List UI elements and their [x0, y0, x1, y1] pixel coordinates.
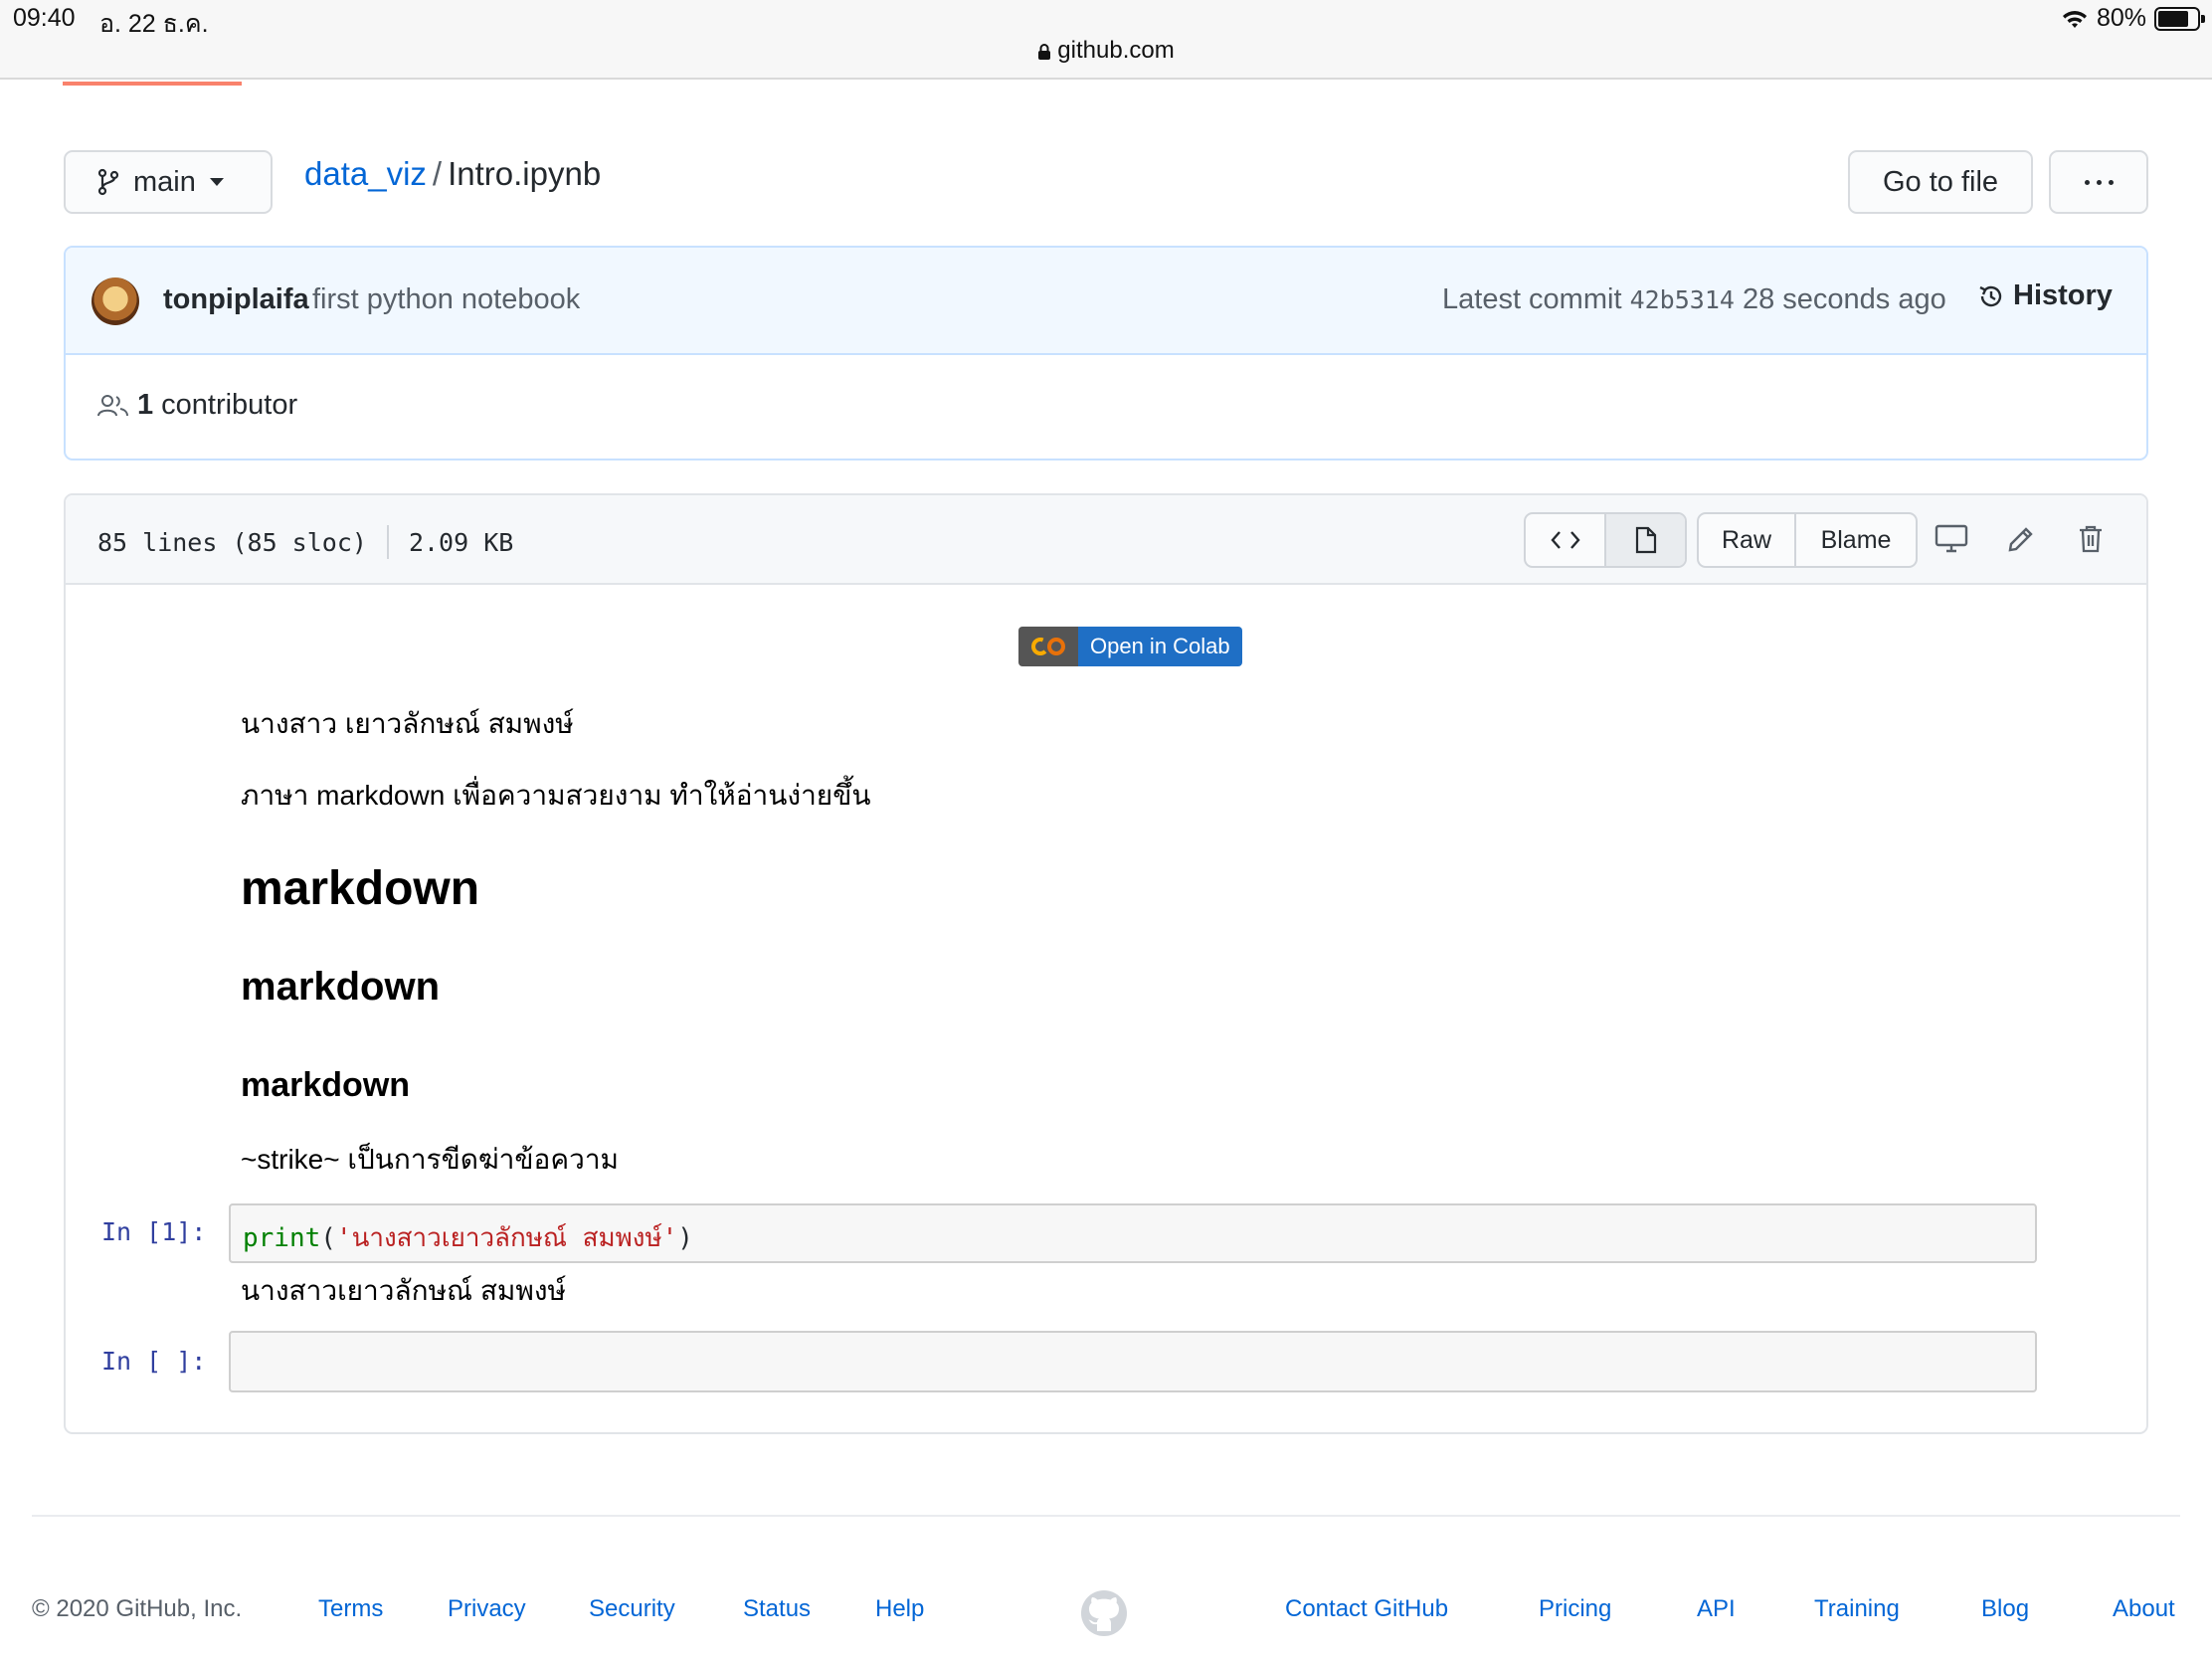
- desktop-icon: [1935, 524, 1968, 553]
- commit-header: tonpiplaifa first python notebook Latest…: [66, 248, 2146, 355]
- footer-link-help[interactable]: Help: [875, 1595, 924, 1623]
- open-in-colab-badge[interactable]: Open in Colab: [1018, 627, 1242, 666]
- code-function: print: [243, 1223, 321, 1253]
- footer-link-status[interactable]: Status: [743, 1595, 811, 1623]
- branch-select-button[interactable]: main: [64, 150, 273, 214]
- file-size: 2.09 KB: [408, 527, 514, 557]
- contributors-row[interactable]: 1 contributor: [97, 389, 297, 422]
- footer-link-training[interactable]: Training: [1814, 1595, 1900, 1623]
- ellipsis-dot: [2096, 179, 2102, 185]
- footer-copyright: © 2020 GitHub, Inc.: [32, 1595, 243, 1622]
- battery-icon: [2154, 6, 2205, 31]
- status-time: 09:40: [13, 4, 76, 32]
- footer-link-contact[interactable]: Contact GitHub: [1285, 1595, 1448, 1623]
- code-cell-empty: [229, 1331, 2037, 1392]
- file-viewer: 85 lines (85 sloc) 2.09 KB Raw Blame Ope…: [64, 493, 2148, 1434]
- history-label: History: [2013, 279, 2113, 311]
- battery-percent: 80%: [2096, 4, 2146, 32]
- url-text: github.com: [1057, 37, 1175, 64]
- cell-output: นางสาวเยาวลักษณ์ สมพงษ์: [241, 1275, 566, 1306]
- breadcrumb-file-name: Intro.ipynb: [448, 155, 602, 192]
- code-paren: (: [320, 1223, 336, 1253]
- commit-author-link[interactable]: tonpiplaifa: [163, 283, 309, 316]
- battery-level: [2158, 10, 2189, 27]
- ellipsis-dot: [2108, 179, 2114, 185]
- breadcrumb-separator: /: [432, 155, 443, 192]
- footer-link-privacy[interactable]: Privacy: [448, 1595, 526, 1623]
- display-rendered-button[interactable]: [1604, 514, 1685, 566]
- markdown-paragraph: นางสาว เยาวลักษณ์ สมพงษ์: [241, 708, 574, 739]
- ellipsis-icon: [2084, 179, 2090, 185]
- view-toggle-group: [1524, 512, 1687, 568]
- markdown-heading-2: markdown: [241, 965, 441, 1009]
- avatar[interactable]: [92, 277, 139, 325]
- markdown-paragraph: ภาษา markdown เพื่อความสวยงาม ทำให้อ่านง…: [241, 780, 871, 811]
- status-bar: 09:40 อ. 22 ธ.ค. 80% github.com: [0, 0, 2212, 80]
- code-icon: [1550, 531, 1580, 549]
- commit-sha-link[interactable]: 42b5314: [1630, 285, 1735, 314]
- footer-link-pricing[interactable]: Pricing: [1539, 1595, 1611, 1623]
- code-string: 'นางสาวเยาวลักษณ์ สมพงษ์': [335, 1223, 678, 1253]
- people-icon: [97, 394, 128, 416]
- delete-file-button[interactable]: [2069, 517, 2113, 561]
- wifi-icon: [2062, 10, 2087, 28]
- commit-time-ago: 28 seconds ago: [1742, 283, 1946, 315]
- commit-message-link[interactable]: first python notebook: [312, 283, 580, 316]
- file-line-count: 85 lines (85 sloc): [97, 527, 367, 557]
- file-header: 85 lines (85 sloc) 2.09 KB Raw Blame: [66, 495, 2146, 585]
- divider: [386, 525, 389, 559]
- edit-file-button[interactable]: [1999, 517, 2043, 561]
- more-options-button[interactable]: [2049, 150, 2148, 214]
- display-source-button[interactable]: [1526, 514, 1604, 566]
- latest-commit-box: tonpiplaifa first python notebook Latest…: [64, 246, 2148, 461]
- go-to-file-button[interactable]: Go to file: [1848, 150, 2033, 214]
- markdown-heading-1: markdown: [241, 862, 480, 915]
- blame-button[interactable]: Blame: [1794, 514, 1916, 566]
- trash-icon: [2080, 525, 2102, 553]
- colab-badge-label: Open in Colab: [1078, 627, 1242, 666]
- footer-link-terms[interactable]: Terms: [318, 1595, 383, 1623]
- history-icon: [1979, 285, 2002, 306]
- history-link[interactable]: History: [1977, 279, 2113, 312]
- code-paren: ): [677, 1223, 693, 1253]
- cell-prompt: In [ ]:: [101, 1347, 207, 1376]
- cell-prompt: In [1]:: [101, 1217, 207, 1246]
- branch-icon: [97, 168, 119, 196]
- raw-blame-group: Raw Blame: [1697, 512, 1918, 568]
- footer-link-api[interactable]: API: [1697, 1595, 1736, 1623]
- footer-link-blog[interactable]: Blog: [1981, 1595, 2029, 1623]
- footer-link-security[interactable]: Security: [589, 1595, 675, 1623]
- address-bar[interactable]: github.com: [0, 37, 2212, 65]
- footer-link-about[interactable]: About: [2113, 1595, 2175, 1623]
- github-logo-icon[interactable]: [1080, 1589, 1128, 1637]
- branch-name: main: [133, 165, 196, 198]
- pencil-icon: [2008, 527, 2033, 552]
- markdown-paragraph: ~strike~ เป็นการขีดฆ่าข้อความ: [241, 1144, 619, 1175]
- file-icon: [1635, 526, 1656, 554]
- latest-commit-label: Latest commit: [1442, 283, 1622, 315]
- page-load-progress: [63, 82, 242, 86]
- file-info: 85 lines (85 sloc) 2.09 KB: [97, 525, 513, 559]
- contributors-count: 1: [137, 389, 154, 421]
- chevron-down-icon: [209, 178, 224, 186]
- commit-meta: Latest commit 42b5314 28 seconds ago: [1442, 283, 1946, 316]
- lock-icon: [1038, 44, 1051, 60]
- raw-button[interactable]: Raw: [1699, 514, 1794, 566]
- code-cell: print('นางสาวเยาวลักษณ์ สมพงษ์'): [229, 1203, 2037, 1263]
- footer-divider: [32, 1515, 2180, 1517]
- status-right: 80%: [2061, 4, 2205, 33]
- contributors-label: contributor: [161, 389, 298, 421]
- breadcrumb-repo-link[interactable]: data_viz: [304, 155, 427, 192]
- markdown-heading-3: markdown: [241, 1066, 411, 1104]
- open-desktop-button[interactable]: [1930, 517, 1973, 561]
- colab-logo-icon: [1018, 627, 1078, 666]
- breadcrumb: data_viz / Intro.ipynb: [304, 155, 601, 193]
